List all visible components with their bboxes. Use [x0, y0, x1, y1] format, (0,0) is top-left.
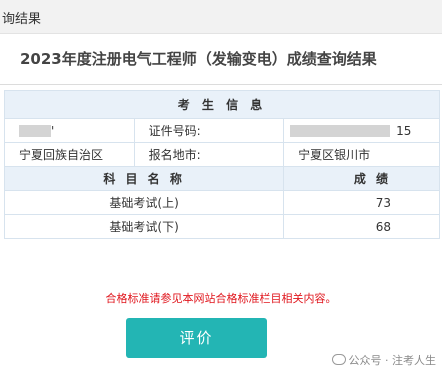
divider [0, 84, 442, 85]
score-value: 68 [283, 214, 440, 239]
wechat-icon [331, 354, 346, 365]
id-tail: 15 [396, 123, 412, 138]
candidate-name-suffix: ' [51, 123, 55, 138]
candidate-info-header: 考 生 信 息 [4, 90, 440, 119]
subject-name: 基础考试(下) [3, 214, 285, 239]
place-value: 宁夏区银川市 [283, 142, 440, 167]
redacted-id [290, 125, 391, 137]
table-row: 基础考试(下) 68 [3, 214, 440, 239]
watermark: 公众号 · 注考人生 [331, 352, 437, 368]
subject-name: 基础考试(上) [3, 190, 285, 215]
top-bar: 询结果 [0, 0, 442, 34]
id-label: 证件号码: [133, 118, 285, 143]
evaluate-button[interactable]: 评价 [126, 318, 267, 358]
watermark-text: 公众号 · 注考人生 [348, 354, 437, 367]
score-header: 成 绩 [283, 166, 440, 191]
table-row: 基础考试(上) 73 [3, 190, 440, 215]
place-label: 报名地市: [133, 142, 285, 167]
score-value: 73 [283, 190, 440, 215]
id-value-cell: 15 [283, 118, 440, 143]
region-value: 宁夏回族自治区 [4, 142, 135, 167]
subject-header: 科 目 名 称 [3, 166, 285, 191]
result-table: 考 生 信 息 ' 证件号码: 15 宁夏回族自治区 报名地市: 宁夏区银川市 … [3, 90, 440, 239]
window-title: 询结果 [2, 12, 42, 27]
redacted-name [19, 125, 51, 137]
pass-standard-notice: 合格标准请参见本网站合格标准栏目相关内容。 [105, 292, 337, 305]
candidate-name-cell: ' [4, 118, 135, 143]
page-title: 2023年度注册电气工程师（发输变电）成绩查询结果 [20, 50, 377, 68]
